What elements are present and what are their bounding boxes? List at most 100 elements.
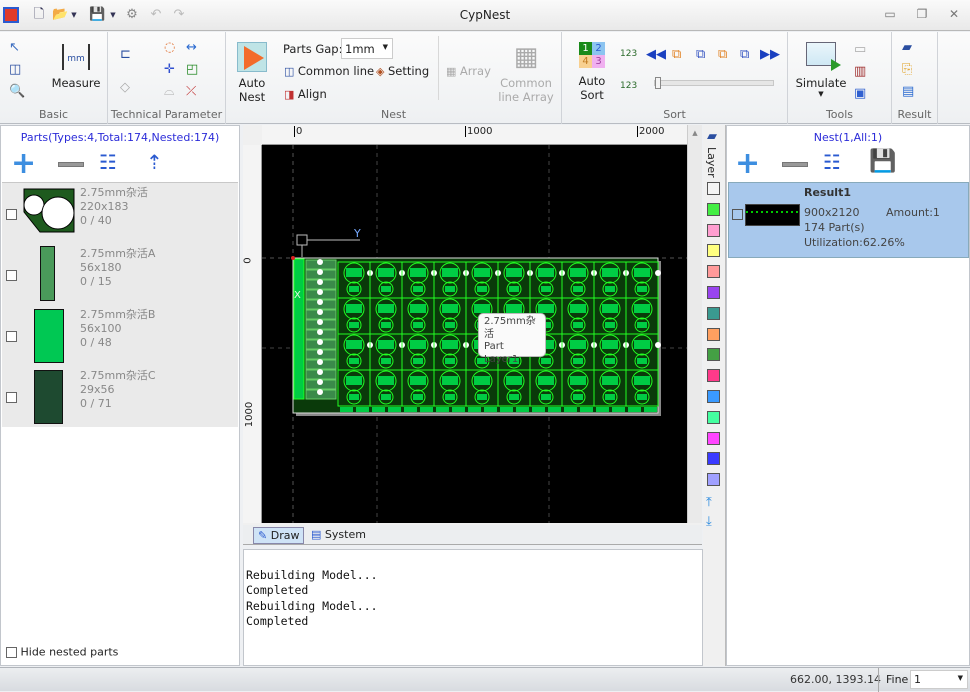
scroll-up-icon[interactable]: ▲: [688, 129, 702, 137]
result-item[interactable]: Result1 900x2120 Amount:1 174 Part(s) Ut…: [728, 182, 969, 258]
remove-part-button[interactable]: [58, 162, 84, 167]
common-line-array-icon: ▦: [513, 42, 539, 72]
nested-part: [372, 407, 385, 412]
tool-disabled-icon[interactable]: ▭: [854, 42, 866, 58]
restore-button[interactable]: ❐: [912, 7, 932, 23]
tab-draw[interactable]: ✎ Draw: [253, 527, 305, 544]
lead-in-icon[interactable]: ⊏: [120, 47, 131, 63]
nested-part: [474, 304, 490, 313]
select-list-icon[interactable]: ☷: [823, 152, 841, 172]
layer-color-swatch[interactable]: [707, 306, 720, 320]
part-hole: [317, 309, 323, 315]
part-hole: [317, 379, 323, 385]
report-icon[interactable]: ▤: [902, 84, 914, 100]
layer-move-up-icon[interactable]: ⤒: [706, 495, 712, 511]
layer-color-swatch[interactable]: [707, 452, 720, 466]
move-last-icon[interactable]: ▶▶: [760, 47, 780, 63]
compensation-icon[interactable]: ⤫: [186, 84, 196, 100]
sort-order-1-icon[interactable]: ⧉: [672, 47, 681, 63]
export-result-icon[interactable]: ⎘: [902, 62, 912, 78]
sort-order-4-icon[interactable]: ⧉: [740, 47, 749, 63]
nest-canvas[interactable]: YX: [262, 145, 687, 523]
cool-point-icon[interactable]: ◌: [164, 40, 175, 56]
result-checkbox[interactable]: [732, 209, 743, 220]
move-first-icon[interactable]: ◀◀: [646, 47, 666, 63]
layer-move-down-icon[interactable]: ⤓: [706, 514, 712, 530]
save-result-icon[interactable]: 💾: [869, 151, 896, 173]
sheet-layers-icon[interactable]: ▰: [902, 40, 912, 56]
list-item[interactable]: 2.75mm杂活C 29x56 0 / 71: [2, 366, 240, 427]
auto-sort-button[interactable]: 1243 Auto Sort: [570, 42, 614, 102]
common-line-array-button[interactable]: ▦ Common line Array: [496, 42, 556, 104]
separator: [878, 668, 879, 692]
sort-slider-thumb[interactable]: [655, 77, 661, 89]
sort-order-2-icon[interactable]: ⧉: [696, 47, 705, 63]
hide-nested-checkbox[interactable]: Hide nested parts: [6, 645, 118, 659]
part-checkbox[interactable]: [6, 331, 17, 342]
precision-value: 1: [914, 673, 921, 686]
layer-color-swatch[interactable]: [707, 202, 720, 216]
tab-system[interactable]: ▤ System: [307, 527, 370, 544]
cursor-coordinates: 662.00, 1393.14: [790, 673, 881, 686]
nested-part: [538, 304, 554, 313]
nested-part: [506, 268, 522, 277]
sort-order-3-icon[interactable]: ⧉: [718, 47, 727, 63]
ruler-label: 1000: [244, 401, 256, 428]
close-button[interactable]: ✕: [944, 7, 964, 23]
array-button[interactable]: ▦ Array: [446, 64, 491, 78]
remove-nest-button[interactable]: [782, 162, 808, 167]
parts-gap-select[interactable]: 1mm ▼: [341, 38, 393, 59]
eraser-icon[interactable]: ◇: [120, 80, 130, 96]
add-nest-button[interactable]: +: [735, 149, 760, 179]
micro-joint-icon[interactable]: ↔: [186, 40, 197, 56]
layer-color-swatch[interactable]: [707, 431, 720, 445]
nested-part: [612, 407, 625, 412]
bridge-icon[interactable]: ⌓: [164, 84, 174, 100]
crosshair-icon[interactable]: ✛: [164, 62, 175, 78]
layer-color-swatch[interactable]: [707, 348, 720, 362]
tooltip: 2.75mm杂活 Part Layer1: [478, 313, 546, 365]
nested-part: [506, 304, 522, 313]
common-line-button[interactable]: ◫ Common line: [284, 64, 374, 78]
layer-color-swatch[interactable]: [707, 369, 720, 383]
list-item[interactable]: 2.75mm杂活A 56x180 0 / 15: [2, 244, 240, 305]
layer-color-swatch[interactable]: [707, 182, 720, 195]
layer-color-swatch[interactable]: [707, 244, 720, 258]
axis-x-label: X: [294, 290, 301, 301]
list-item[interactable]: 2.75mm杂活B 56x100 0 / 48: [2, 305, 240, 366]
part-checkbox[interactable]: [6, 270, 17, 281]
layer-color-swatch[interactable]: [707, 286, 720, 299]
part-name: 2.75mm杂活B: [80, 308, 156, 321]
zoom-icon[interactable]: 🔍: [9, 84, 25, 100]
sort-number-icon[interactable]: 123: [620, 78, 637, 94]
sort-parts-icon[interactable]: ⇡: [146, 152, 163, 172]
list-item[interactable]: 2.75mm杂活 220x183 0 / 40: [2, 183, 240, 244]
window-select-icon[interactable]: ◫: [9, 62, 21, 78]
preview-image-icon[interactable]: ▣: [854, 86, 866, 102]
select-arrow-icon[interactable]: ↖: [9, 40, 20, 56]
layer-color-swatch[interactable]: [707, 473, 720, 487]
precision-select[interactable]: 1 ▼: [910, 670, 968, 689]
add-part-button[interactable]: +: [11, 149, 36, 179]
layer-color-swatch[interactable]: [707, 223, 720, 237]
measure-button[interactable]: mm Measure: [48, 42, 104, 97]
select-list-icon[interactable]: ☷: [99, 152, 117, 172]
layer-color-swatch[interactable]: [707, 410, 720, 424]
manual-sort-icon[interactable]: 123: [620, 46, 637, 62]
output-log[interactable]: Rebuilding Model... Completed Rebuilding…: [243, 549, 703, 666]
vertical-scrollbar[interactable]: ▲: [687, 125, 702, 523]
setting-button[interactable]: ◈ Setting: [376, 64, 429, 78]
statistics-icon[interactable]: ▥: [854, 64, 866, 80]
minimize-button[interactable]: ▭: [880, 7, 900, 23]
part-name: 2.75mm杂活: [80, 186, 148, 199]
part-checkbox[interactable]: [6, 392, 17, 403]
layer-color-swatch[interactable]: [707, 327, 720, 341]
align-button[interactable]: ◨ Align: [284, 87, 327, 101]
layer-color-swatch[interactable]: [707, 265, 720, 279]
sort-slider[interactable]: [654, 77, 774, 89]
part-checkbox[interactable]: [6, 209, 17, 220]
auto-nest-button[interactable]: Auto Nest: [232, 42, 272, 104]
layer-color-swatch[interactable]: [707, 390, 720, 403]
start-point-icon[interactable]: ◰: [186, 62, 198, 78]
simulate-button[interactable]: Simulate ▼: [794, 42, 848, 98]
